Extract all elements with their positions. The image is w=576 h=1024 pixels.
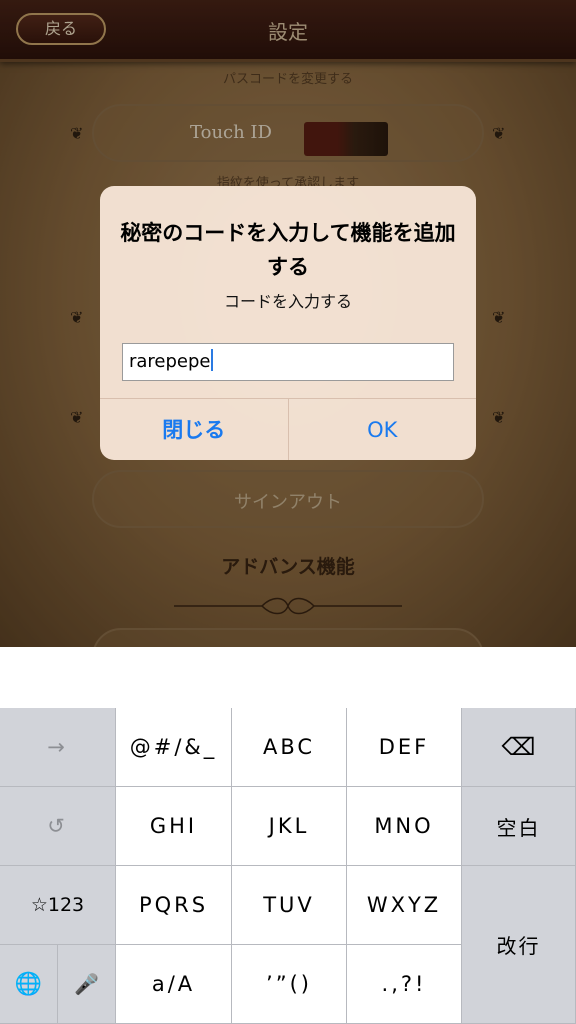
key-pqrs[interactable]: PQRS xyxy=(116,866,232,945)
code-entry-dialog: 秘密のコードを入力して機能を追加する コードを入力する rarepepe 閉じる… xyxy=(100,186,476,460)
key-symbols[interactable]: @#/&_ xyxy=(116,708,232,787)
key-wxyz[interactable]: WXYZ xyxy=(347,866,462,945)
text-caret xyxy=(210,349,213,371)
key-def[interactable]: DEF xyxy=(347,708,462,787)
ok-button[interactable]: OK xyxy=(289,399,477,460)
dialog-title: 秘密のコードを入力して機能を追加する xyxy=(120,221,456,279)
key-mno[interactable]: MNO xyxy=(347,787,462,866)
undo-icon[interactable]: ↺ xyxy=(0,787,116,866)
key-case-toggle[interactable]: a/A xyxy=(116,945,232,1024)
microphone-icon[interactable]: 🎤 xyxy=(58,945,116,1024)
dialog-actions: 閉じる OK xyxy=(100,398,476,460)
dialog-message: コードを入力する xyxy=(223,292,352,311)
space-key[interactable]: 空白 xyxy=(462,787,576,866)
key-ghi[interactable]: GHI xyxy=(116,787,232,866)
keyboard: → ↺ ☆123 🌐 🎤 @#/&_ ABC DEF GHI JKL MNO P… xyxy=(0,708,576,1024)
next-arrow-icon[interactable]: → xyxy=(0,708,116,787)
mode-switch-key[interactable]: ☆123 xyxy=(0,866,116,945)
globe-icon[interactable]: 🌐 xyxy=(0,945,58,1024)
code-input-value: rarepepe xyxy=(129,351,211,372)
key-tuv[interactable]: TUV xyxy=(232,866,347,945)
return-key[interactable]: 改行 xyxy=(462,866,576,1024)
code-input[interactable]: rarepepe xyxy=(122,343,454,381)
close-button[interactable]: 閉じる xyxy=(100,399,289,460)
key-punctuation[interactable]: .,?! xyxy=(347,945,462,1024)
key-jkl[interactable]: JKL xyxy=(232,787,347,866)
delete-icon[interactable]: ⌫ xyxy=(462,708,576,787)
key-abc[interactable]: ABC xyxy=(232,708,347,787)
key-quotes[interactable]: ’”() xyxy=(232,945,347,1024)
